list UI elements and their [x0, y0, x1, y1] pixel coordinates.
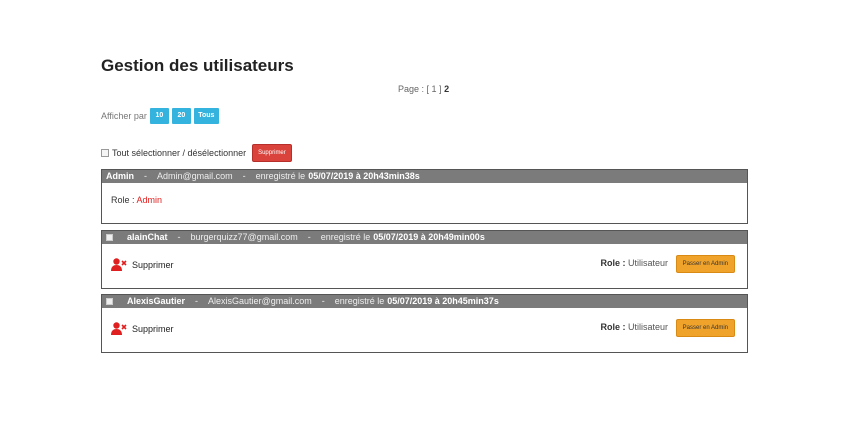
user-role: Role : Admin [111, 195, 162, 205]
registered-date: 05/07/2019 à 20h43min38s [308, 171, 420, 181]
role-value: Utilisateur [627, 258, 668, 268]
page-title: Gestion des utilisateurs [101, 56, 294, 75]
page-current: 2 [444, 84, 450, 94]
registered-date: 05/07/2019 à 20h45min37s [387, 296, 499, 306]
page-link-1[interactable]: [ 1 ] [427, 84, 442, 94]
per-page-20-button[interactable]: 20 [171, 108, 191, 124]
registered-label: enregistré le [320, 232, 371, 242]
user-remove-icon [111, 258, 127, 271]
per-page-label: Afficher par [101, 111, 147, 121]
bulk-actions: Tout sélectionner / désélectionner Suppr… [101, 144, 292, 162]
user-card-admin: Admin - Admin@gmail.com - enregistré le … [101, 169, 748, 224]
user-card-header: AlexisGautier - AlexisGautier@gmail.com … [102, 295, 747, 308]
user-role: Role : Utilisateur [600, 258, 668, 268]
bulk-delete-button[interactable]: Supprimer [252, 144, 292, 162]
per-page-all-button[interactable]: Tous [193, 108, 219, 124]
user-card-header: alainChat - burgerquizz77@gmail.com - en… [102, 231, 747, 244]
select-all-label[interactable]: Tout sélectionner / désélectionner [112, 148, 246, 158]
pagination-prefix: Page : [398, 84, 425, 94]
user-email: Admin@gmail.com [157, 171, 233, 181]
user-card-alainchat: alainChat - burgerquizz77@gmail.com - en… [101, 230, 748, 289]
per-page-selector: Afficher par 10 20 Tous [101, 108, 222, 124]
pagination: Page : [ 1 ] 2 [398, 84, 449, 94]
delete-user-label[interactable]: Supprimer [132, 324, 174, 334]
user-name: alainChat [127, 232, 168, 242]
user-name: Admin [106, 171, 134, 181]
delete-user-link[interactable]: Supprimer [111, 322, 174, 335]
role-value: Admin [136, 195, 163, 205]
user-email: AlexisGautier@gmail.com [208, 296, 312, 306]
promote-admin-button[interactable]: Passer en Admin [675, 319, 735, 337]
user-role: Role : Utilisateur [600, 322, 668, 332]
registered-date: 05/07/2019 à 20h49min00s [373, 232, 485, 242]
select-all-checkbox[interactable] [101, 149, 109, 157]
user-card-header: Admin - Admin@gmail.com - enregistré le … [102, 170, 747, 183]
role-label: Role : [111, 195, 135, 205]
delete-user-link[interactable]: Supprimer [111, 258, 174, 271]
user-select-checkbox[interactable] [106, 298, 113, 305]
role-label: Role : [600, 258, 626, 268]
user-email: burgerquizz77@gmail.com [190, 232, 298, 242]
user-name: AlexisGautier [127, 296, 186, 306]
registered-label: enregistré le [255, 171, 306, 181]
delete-user-label[interactable]: Supprimer [132, 260, 174, 270]
user-select-checkbox[interactable] [106, 234, 113, 241]
user-card-alexisgautier: AlexisGautier - AlexisGautier@gmail.com … [101, 294, 748, 353]
promote-admin-button[interactable]: Passer en Admin [675, 255, 735, 273]
registered-label: enregistré le [334, 296, 385, 306]
per-page-10-button[interactable]: 10 [149, 108, 169, 124]
role-value: Utilisateur [627, 322, 668, 332]
role-label: Role : [600, 322, 626, 332]
user-remove-icon [111, 322, 127, 335]
